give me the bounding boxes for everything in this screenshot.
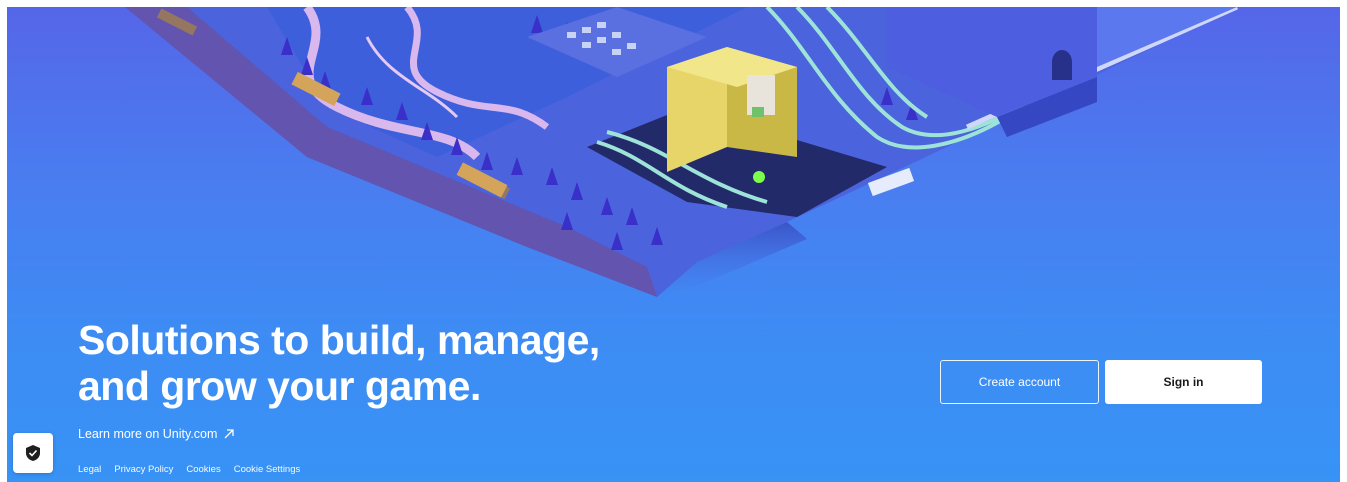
footer-links: Legal Privacy Policy Cookies Cookie Sett… (78, 464, 300, 475)
learn-more-link[interactable]: Learn more on Unity.com (78, 427, 235, 441)
external-arrow-icon (224, 429, 235, 439)
shield-check-icon (26, 445, 40, 461)
headline-line-2: and grow your game. (78, 363, 481, 409)
learn-more-label: Learn more on Unity.com (78, 427, 218, 441)
privacy-settings-button[interactable] (13, 433, 53, 473)
cookie-settings-link[interactable]: Cookie Settings (234, 464, 301, 475)
isometric-city-illustration (125, 7, 1239, 297)
headline-line-1: Solutions to build, manage, (78, 317, 600, 363)
privacy-policy-link[interactable]: Privacy Policy (114, 464, 173, 475)
sign-in-button[interactable]: Sign in (1105, 360, 1262, 404)
create-account-button[interactable]: Create account (940, 360, 1099, 404)
cookies-link[interactable]: Cookies (186, 464, 220, 475)
hero-headline: Solutions to build, manage, and grow you… (78, 317, 600, 409)
hero-banner: Solutions to build, manage, and grow you… (7, 7, 1340, 482)
legal-link[interactable]: Legal (78, 464, 101, 475)
